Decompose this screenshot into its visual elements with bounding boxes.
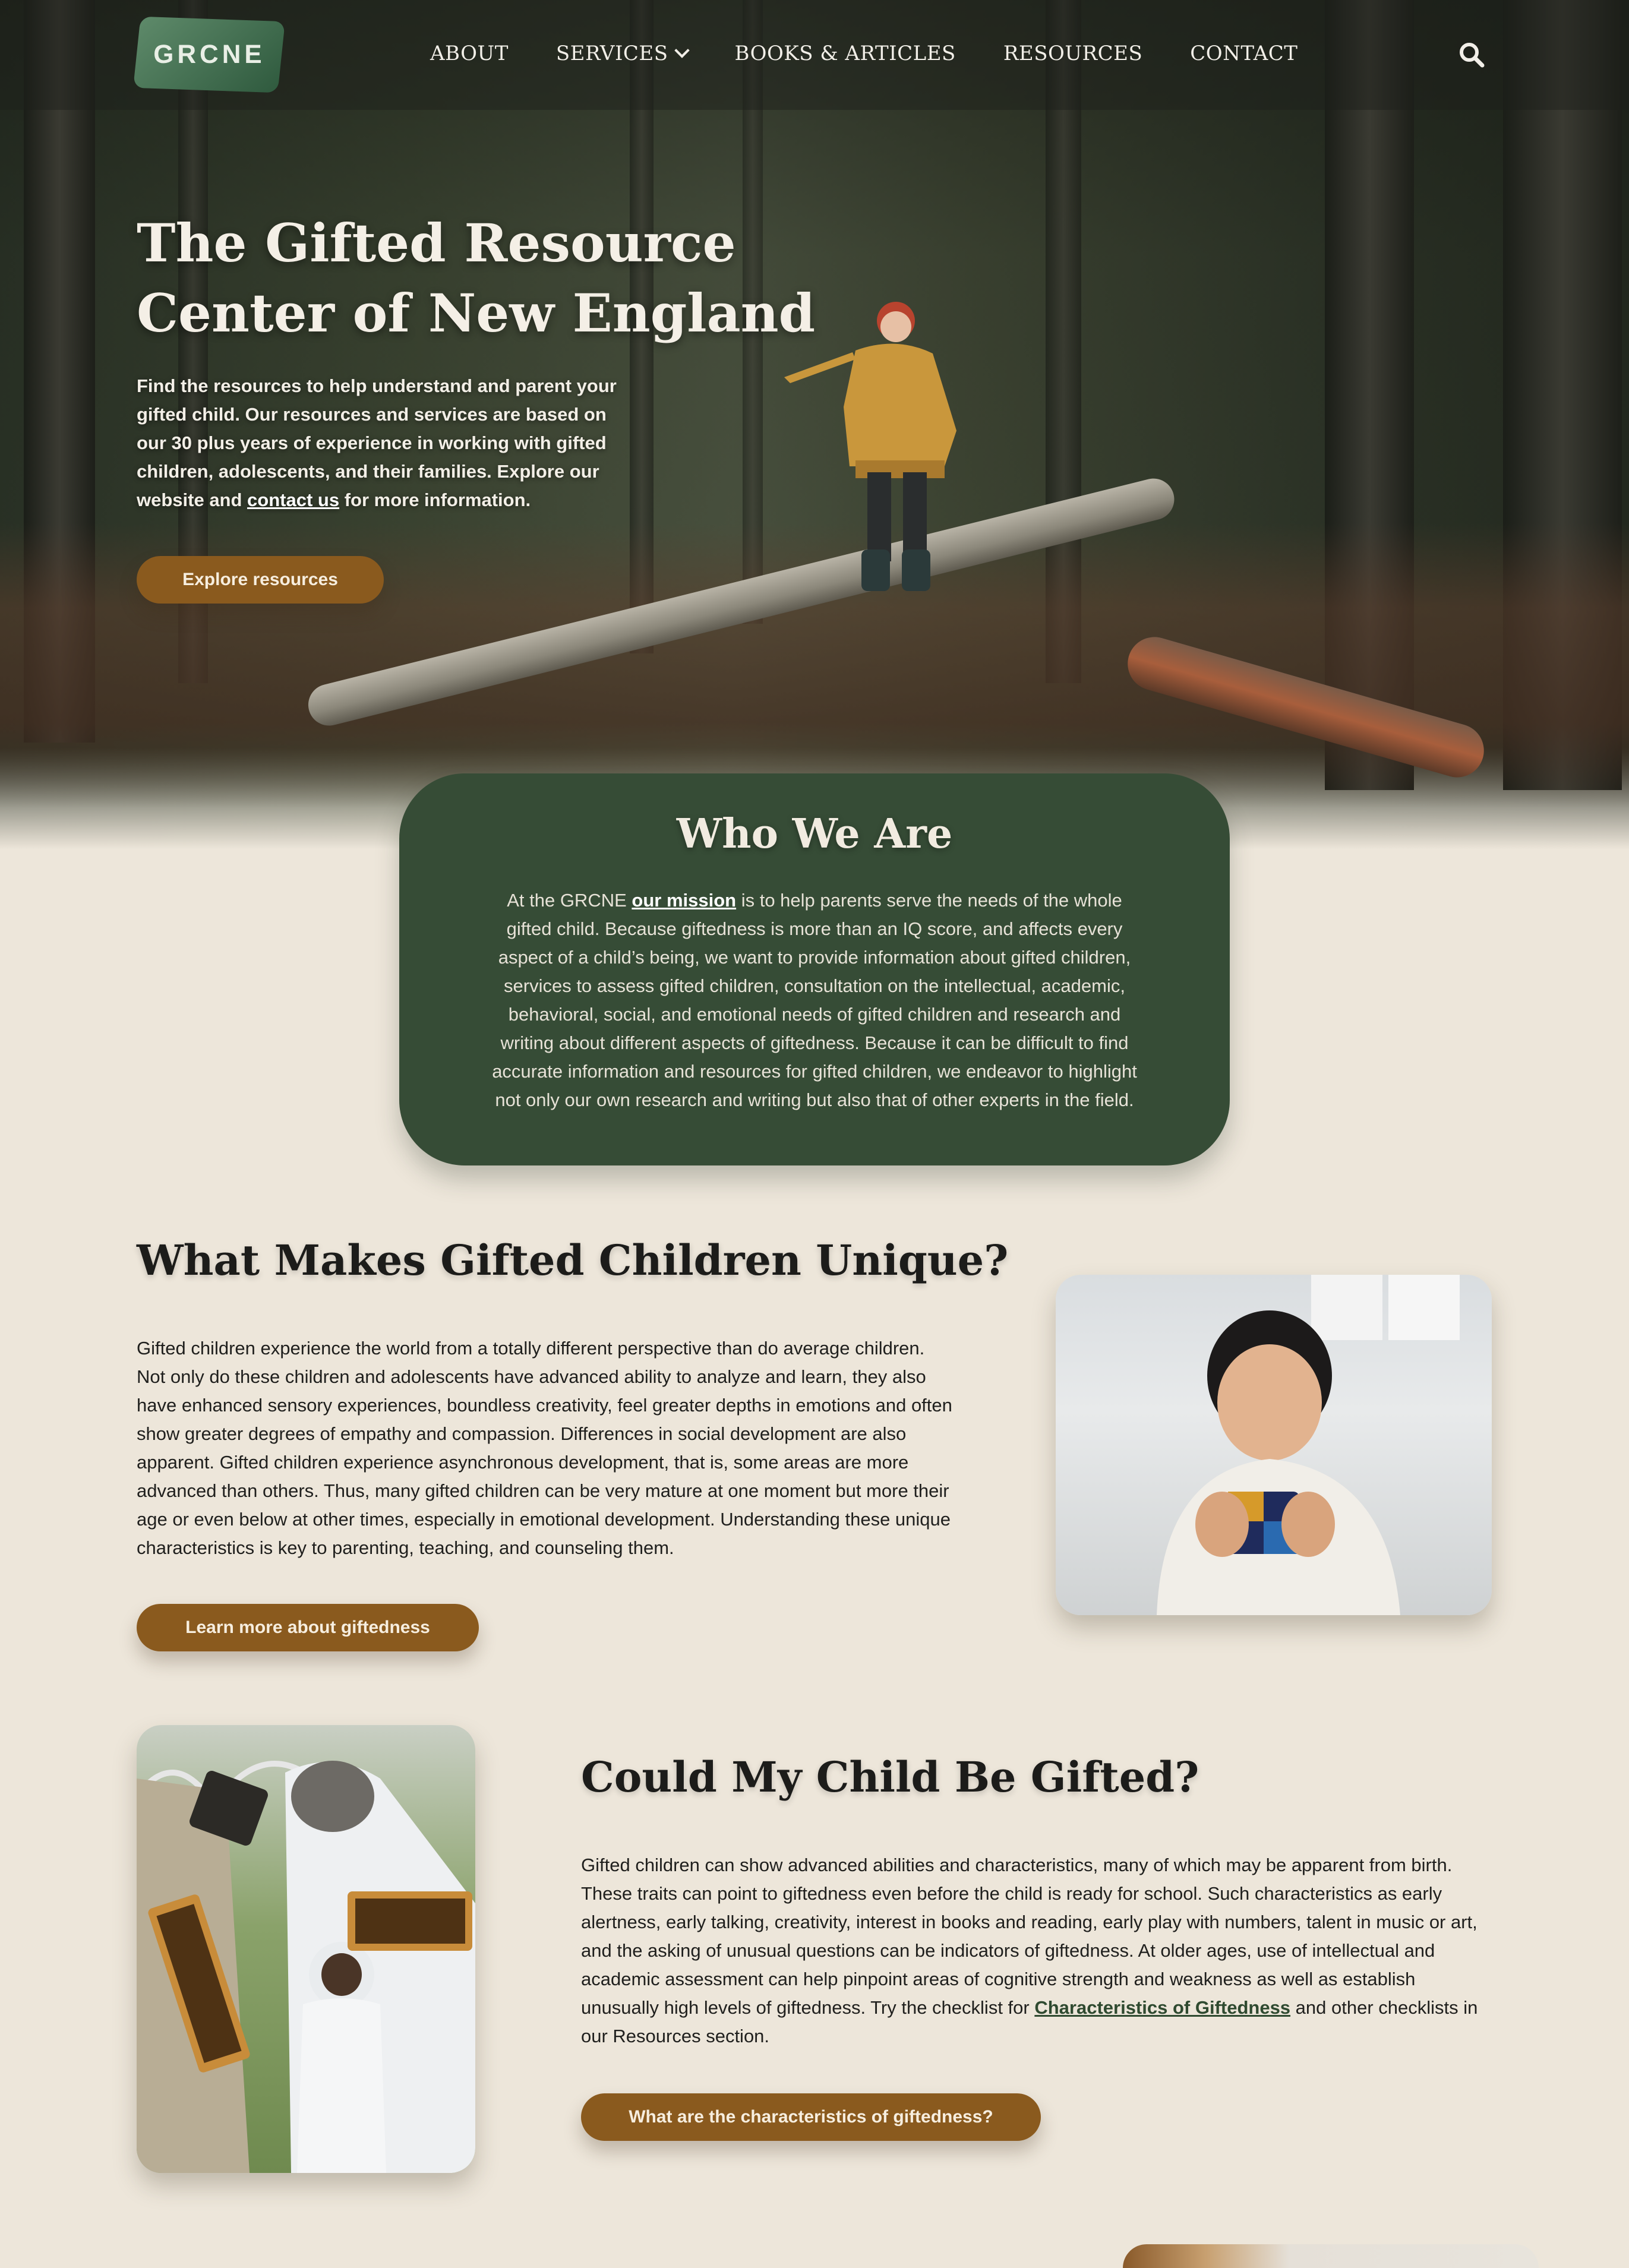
unique-section-title: What Makes Gifted Children Unique? [137, 1236, 1009, 1285]
characteristics-of-giftedness-link[interactable]: Characteristics of Giftedness [1034, 1997, 1290, 2018]
hero-description: Find the resources to help understand an… [137, 372, 624, 514]
top-nav: GRCNE ABOUT SERVICES BOOKS & ARTICLES RE… [0, 0, 1629, 110]
who-text-part: is to help parents serve the needs of th… [492, 890, 1137, 1110]
could-section-title: Could My Child Be Gifted? [581, 1752, 1199, 1802]
could-text-part: Gifted children can show advanced abilit… [581, 1855, 1478, 2018]
hero-title-line2: Center of New England [137, 282, 816, 344]
nav-about[interactable]: ABOUT [430, 42, 509, 65]
next-section-image [1123, 2244, 1539, 2268]
nav-books-articles[interactable]: BOOKS & ARTICLES [735, 42, 956, 65]
beekeeping-illustration [137, 1761, 475, 2173]
hero-section: GRCNE ABOUT SERVICES BOOKS & ARTICLES RE… [0, 0, 1629, 849]
nav-resources[interactable]: RESOURCES [1003, 42, 1142, 65]
chevron-down-icon [674, 43, 690, 58]
nav-services[interactable]: SERVICES [555, 42, 690, 65]
could-section-text: Gifted children can show advanced abilit… [581, 1851, 1496, 2051]
beekeeping-family-image [137, 1725, 475, 2173]
unique-section-text: Gifted children experience the world fro… [137, 1338, 952, 1558]
our-mission-link[interactable]: our mission [632, 890, 736, 911]
boy-rubiks-cube-image [1056, 1275, 1492, 1615]
grcne-logo[interactable]: GRCNE [133, 16, 285, 93]
characteristics-of-giftedness-button[interactable]: What are the characteristics of giftedne… [581, 2093, 1041, 2141]
logo-text: GRCNE [153, 39, 266, 70]
contact-us-link[interactable]: contact us [247, 489, 339, 510]
nav-contact[interactable]: CONTACT [1190, 42, 1297, 65]
nav-links: ABOUT SERVICES BOOKS & ARTICLES RESOURCE… [430, 42, 1297, 65]
hero-title: The Gifted Resource Center of New Englan… [137, 208, 850, 348]
explore-resources-button[interactable]: Explore resources [137, 556, 384, 604]
who-we-are-text: At the GRCNE our mission is to help pare… [482, 886, 1147, 1114]
nav-services-label: SERVICES [555, 42, 668, 65]
who-text-part: At the GRCNE [507, 890, 632, 911]
who-we-are-card: Who We Are At the GRCNE our mission is t… [399, 773, 1230, 1165]
who-we-are-title: Who We Are [676, 810, 953, 858]
hero-title-line1: The Gifted Resource [137, 212, 736, 274]
search-icon[interactable] [1458, 42, 1485, 68]
hero-text-part: for more information. [339, 489, 531, 510]
learn-more-giftedness-button[interactable]: Learn more about giftedness [137, 1604, 479, 1651]
boy-rubiks-cube-illustration [1157, 1275, 1460, 1615]
